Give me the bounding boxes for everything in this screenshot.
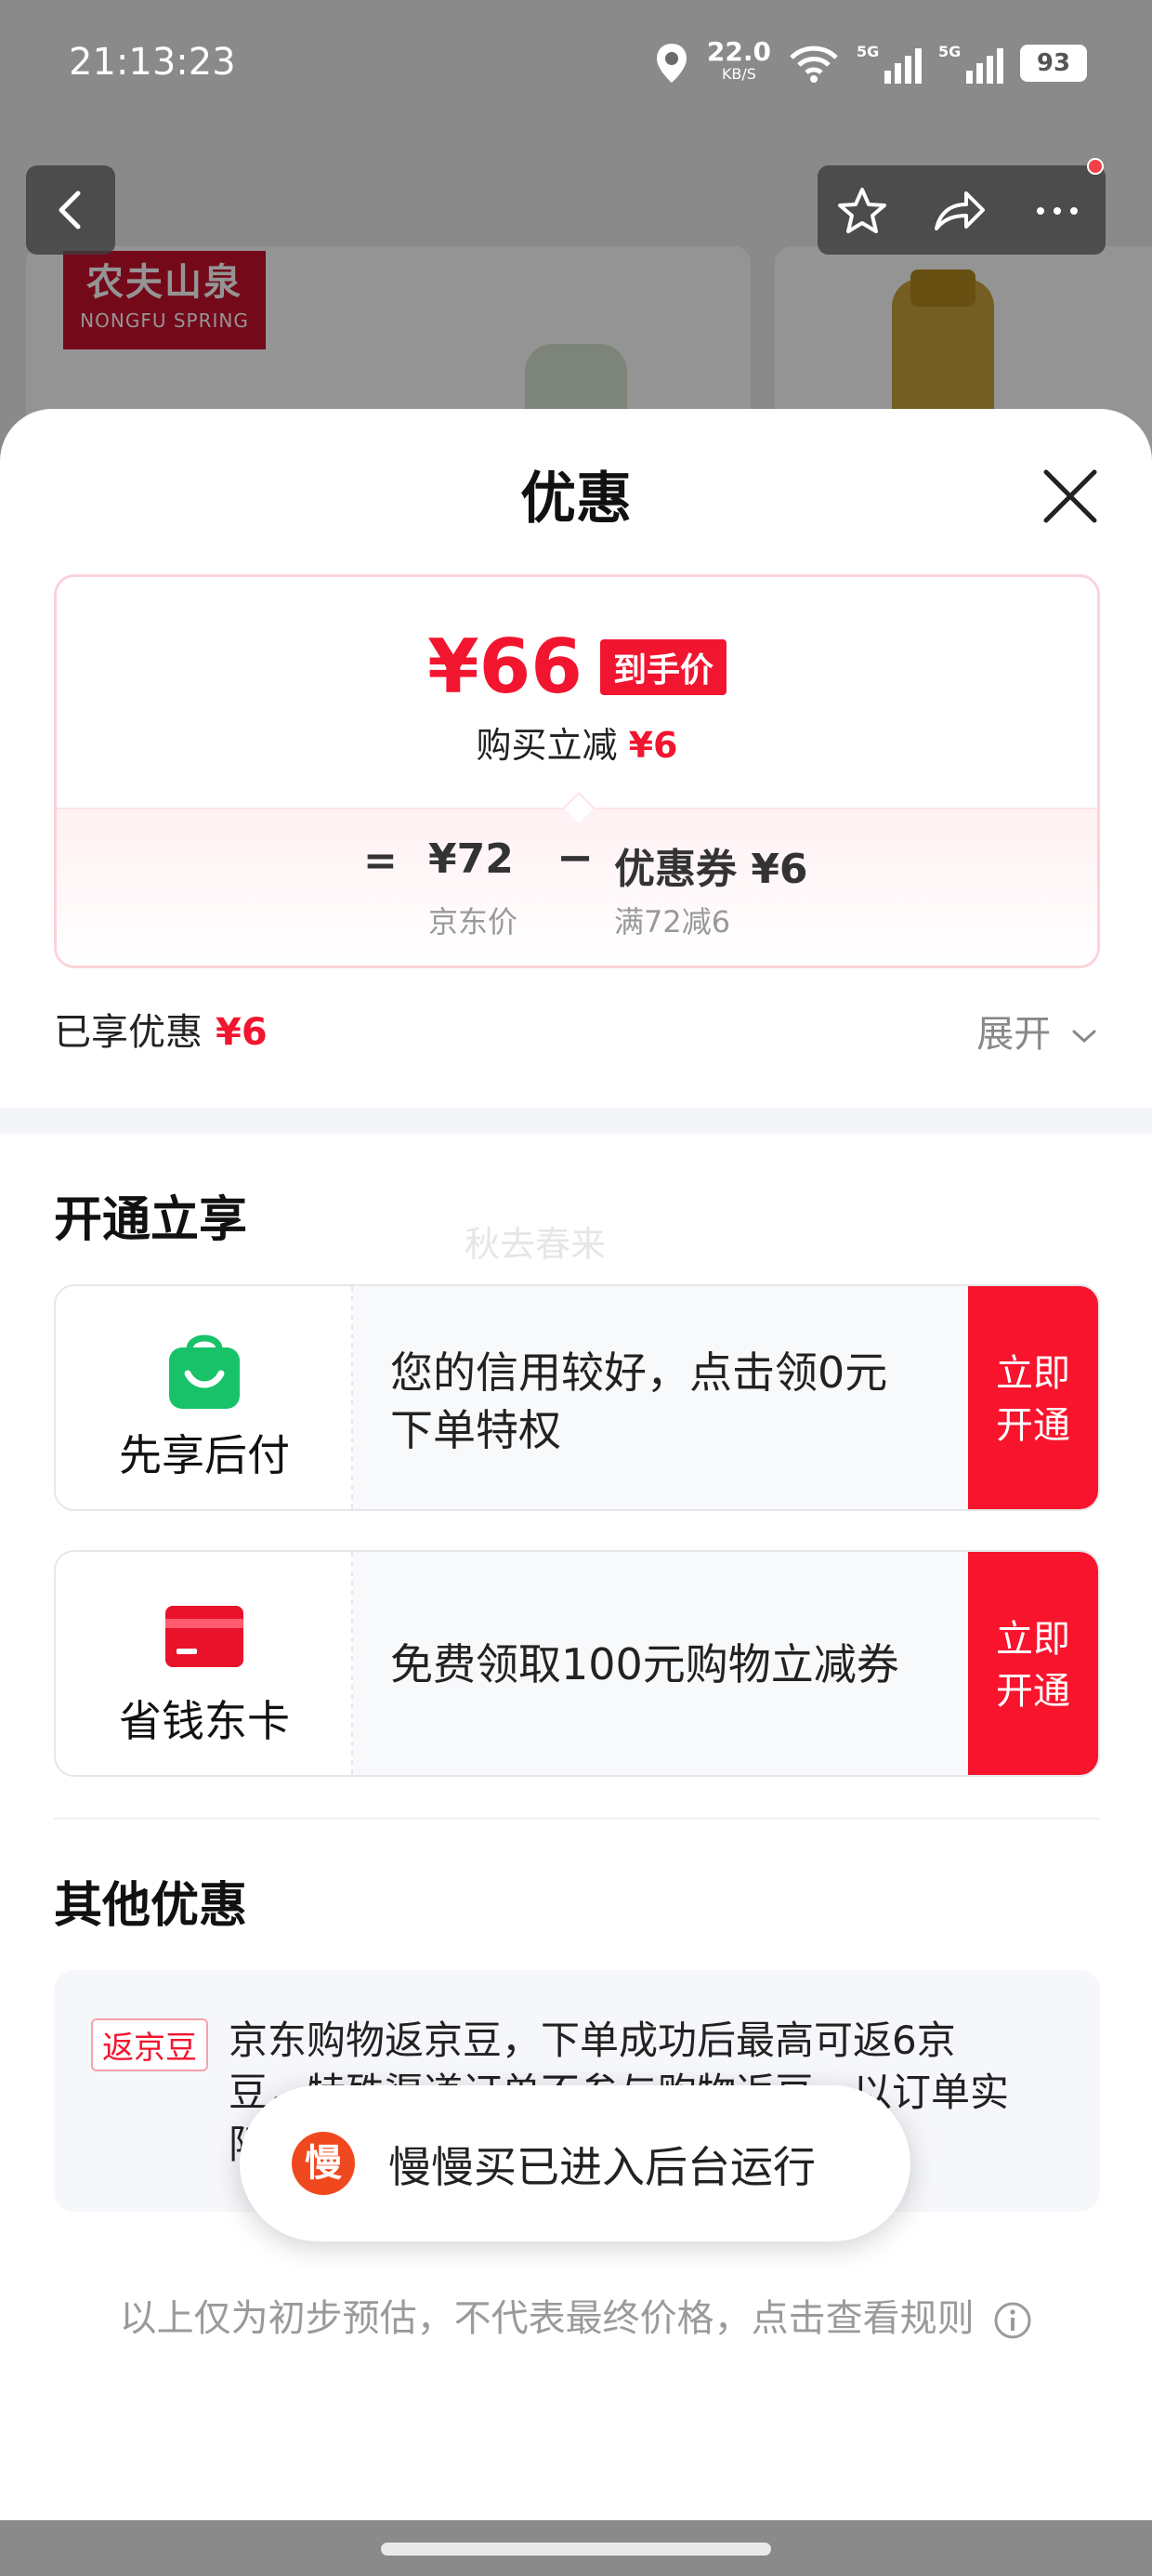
offer-card-savings-card[interactable]: 省钱东卡 免费领取100元购物立减券 立即开通 bbox=[54, 1550, 1100, 1777]
instant-discount: 购买立减 ¥6 bbox=[57, 716, 1097, 768]
minus-sign: − bbox=[556, 832, 595, 884]
activate-button-label: 立即开通 bbox=[996, 1352, 1070, 1447]
price-breakdown-card: ¥66 到手价 购买立减 ¥6 = ¥72 京东价 − 优惠券 ¥6 满72减6 bbox=[54, 574, 1100, 968]
coupon-value: 优惠券 ¥6 bbox=[614, 846, 808, 893]
info-icon bbox=[994, 2302, 1031, 2339]
activate-button[interactable]: 立即开通 bbox=[968, 1286, 1098, 1509]
instant-discount-value: ¥6 bbox=[628, 725, 678, 766]
final-price-tag: 到手价 bbox=[600, 638, 727, 695]
section-divider-line bbox=[54, 1818, 1100, 1820]
chevron-left-icon bbox=[59, 191, 81, 230]
section-divider bbox=[0, 1108, 1152, 1134]
equals-sign: = bbox=[363, 837, 398, 885]
home-indicator[interactable] bbox=[381, 2543, 771, 2556]
price-formula: = ¥72 京东价 − 优惠券 ¥6 满72减6 bbox=[57, 808, 1097, 966]
jd-bean-badge: 返京豆 bbox=[91, 2018, 208, 2071]
signal-5g-2-icon: 5G bbox=[938, 43, 1003, 84]
chevron-down-icon bbox=[1072, 1030, 1096, 1044]
status-bar: 21:13:23 22.0 KB/S 5G 5G 93 bbox=[0, 0, 1152, 139]
status-time: 21:13:23 bbox=[69, 41, 236, 84]
offer-card-pay-later[interactable]: 先享后付 您的信用较好，点击领0元下单特权 立即开通 bbox=[54, 1284, 1100, 1511]
jd-bean-description-line1: 京东购物返京豆，下单成功后最高可返6京 bbox=[229, 2017, 956, 2063]
location-icon bbox=[656, 44, 687, 83]
more-icon[interactable] bbox=[1029, 186, 1085, 236]
network-speed: 22.0 KB/S bbox=[706, 36, 771, 84]
offer-name: 先享后付 bbox=[119, 1430, 290, 1480]
expand-button[interactable]: 展开 bbox=[976, 1004, 1098, 1058]
disclaimer-text: 以上仅为初步预估，不代表最终价格，点击查看规则 bbox=[119, 2297, 975, 2340]
enjoyed-discount-value: ¥6 bbox=[216, 1011, 268, 1054]
activate-button[interactable]: 立即开通 bbox=[968, 1552, 1098, 1775]
enjoyed-discount: 已享优惠 ¥6 bbox=[54, 1002, 268, 1056]
expand-label: 展开 bbox=[976, 1013, 1052, 1056]
share-icon[interactable] bbox=[931, 186, 987, 236]
wifi-icon bbox=[790, 46, 838, 83]
activate-button-label: 立即开通 bbox=[996, 1618, 1070, 1713]
toast-text: 慢慢买已进入后台运行 bbox=[388, 2142, 816, 2192]
offer-name: 省钱东卡 bbox=[119, 1696, 290, 1746]
manmanbuy-app-icon: 慢 bbox=[292, 2132, 355, 2195]
instant-discount-label: 购买立减 bbox=[476, 725, 618, 766]
back-button[interactable] bbox=[26, 165, 115, 255]
open-section-title: 开通立享 bbox=[54, 1192, 248, 1248]
offer-description: 免费领取100元购物立减券 bbox=[390, 1639, 899, 1689]
offer-description: 您的信用较好，点击领0元下单特权 bbox=[390, 1347, 888, 1455]
enjoyed-discount-label: 已享优惠 bbox=[54, 1011, 203, 1054]
favorite-star-icon[interactable] bbox=[834, 186, 890, 236]
other-section-title: 其他优惠 bbox=[54, 1878, 248, 1934]
sheet-title: 优惠 bbox=[520, 467, 632, 532]
discount-sheet: 优惠 ¥66 到手价 购买立减 ¥6 = ¥72 京东价 − 优惠券 ¥6 满72… bbox=[0, 409, 1152, 2520]
background-running-toast: 慢 慢慢买已进入后台运行 bbox=[240, 2085, 910, 2241]
jd-price: ¥72 bbox=[428, 835, 514, 883]
close-icon[interactable] bbox=[1039, 465, 1102, 528]
card-icon bbox=[165, 1606, 243, 1667]
coupon-condition: 满72减6 bbox=[614, 904, 731, 940]
top-nav-actions bbox=[818, 158, 1106, 255]
battery-icon: 93 bbox=[1020, 45, 1087, 82]
disclaimer-link[interactable]: 以上仅为初步预估，不代表最终价格，点击查看规则 bbox=[0, 2288, 1152, 2342]
watermark: 秋去春来 bbox=[465, 1224, 607, 1265]
jd-price-label: 京东价 bbox=[428, 904, 518, 940]
signal-5g-1-icon: 5G bbox=[857, 43, 922, 84]
notification-dot bbox=[1087, 158, 1104, 175]
shopping-bag-icon bbox=[169, 1334, 240, 1409]
final-price: ¥66 bbox=[426, 624, 583, 710]
